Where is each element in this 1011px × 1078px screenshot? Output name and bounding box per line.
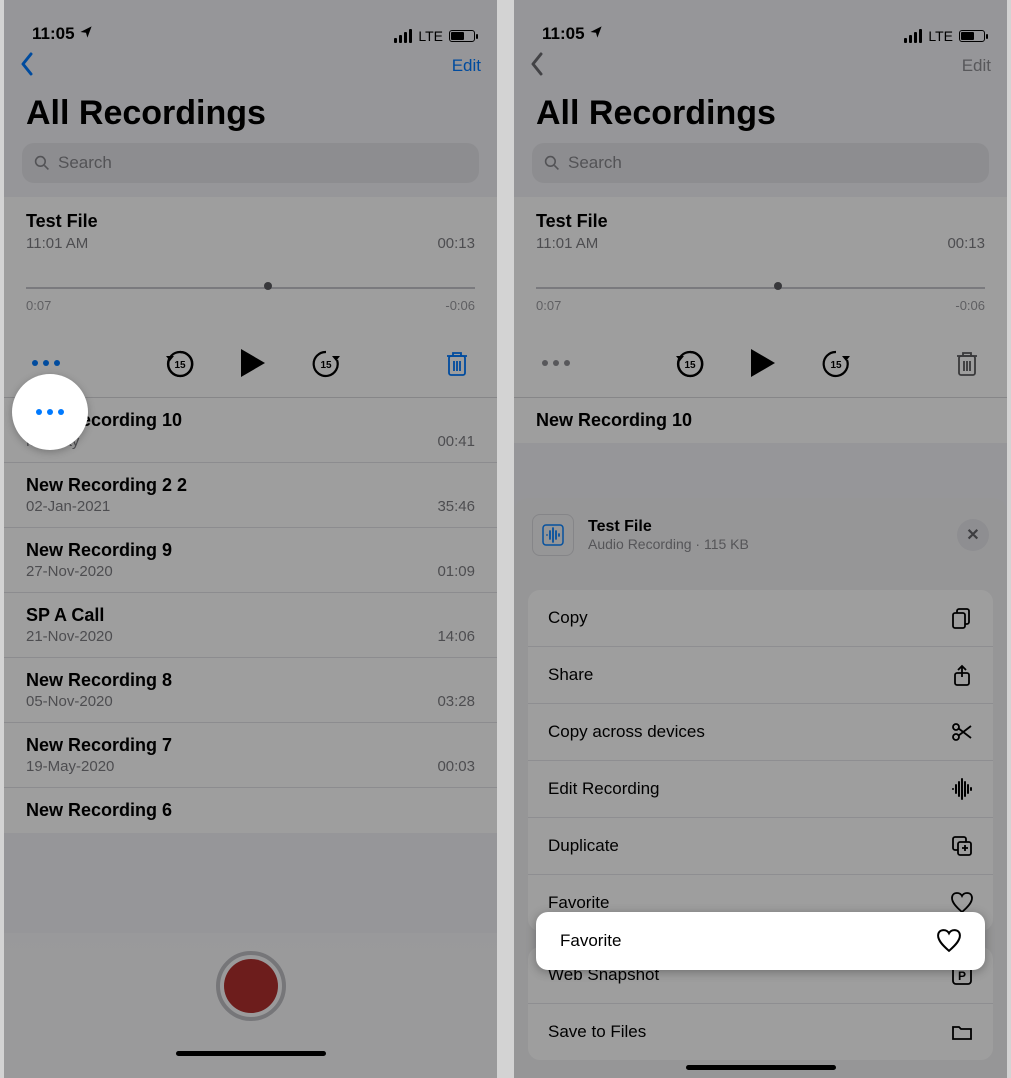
menu-save-to-files[interactable]: Save to Files — [528, 1004, 993, 1060]
location-icon — [79, 24, 93, 44]
play-button — [749, 347, 777, 379]
scrubber-pos-left: 0:07 — [26, 298, 51, 313]
page-title: All Recordings — [514, 88, 1007, 143]
waveform-icon — [951, 778, 973, 800]
heart-icon — [951, 892, 973, 914]
recording-time: 11:01 AM — [536, 235, 598, 252]
share-icon — [951, 664, 973, 686]
scrubber — [536, 286, 985, 290]
delete-button — [955, 349, 979, 377]
skip-forward-button — [821, 348, 851, 378]
delete-button[interactable] — [445, 349, 469, 377]
sheet-file-title: Test File — [588, 518, 943, 536]
search-field[interactable]: Search — [22, 143, 479, 183]
menu-copy[interactable]: Copy — [528, 590, 993, 647]
scrubber-pos-right: -0:06 — [955, 298, 985, 313]
recordings-list: New Recording 10 Monday00:41 New Recordi… — [4, 398, 497, 833]
nav-bar: Edit — [4, 44, 497, 88]
search-placeholder: Search — [58, 153, 112, 173]
scrubber[interactable] — [26, 286, 475, 290]
edit-button: Edit — [962, 56, 991, 76]
signal-icon — [904, 29, 922, 43]
expanded-recording: Test File 11:01 AM 00:13 0:07 -0:06 — [4, 197, 497, 398]
menu-favorite-highlight[interactable]: Favorite — [536, 912, 985, 970]
action-menu-group-1: Copy Share Copy across devices Edit Reco… — [528, 590, 993, 931]
more-button — [542, 360, 570, 366]
status-bar: 11:05 LTE — [4, 0, 497, 44]
scrubber-pos-right: -0:06 — [445, 298, 475, 313]
menu-share[interactable]: Share — [528, 647, 993, 704]
status-time: 11:05 — [542, 24, 585, 44]
location-icon — [589, 24, 603, 44]
list-item: New Recording 10 — [514, 398, 1007, 443]
list-item[interactable]: New Recording 8 05-Nov-202003:28 — [4, 658, 497, 723]
play-button[interactable] — [239, 347, 267, 379]
folder-icon — [951, 1021, 973, 1043]
skip-back-button — [675, 348, 705, 378]
expanded-recording: Test File 11:01 AM 00:13 0:07 -0:06 — [514, 197, 1007, 398]
nav-bar: Edit — [514, 44, 1007, 88]
menu-duplicate[interactable]: Duplicate — [528, 818, 993, 875]
back-button[interactable] — [20, 52, 34, 81]
audio-file-icon — [532, 514, 574, 556]
status-bar: 11:05 LTE — [514, 0, 1007, 44]
menu-edit-recording[interactable]: Edit Recording — [528, 761, 993, 818]
list-item[interactable]: New Recording 2 2 02-Jan-202135:46 — [4, 463, 497, 528]
signal-icon — [394, 29, 412, 43]
skip-back-button[interactable] — [165, 348, 195, 378]
heart-icon — [937, 929, 961, 953]
network-label: LTE — [928, 28, 953, 44]
recording-title: Test File — [536, 211, 985, 232]
record-button[interactable] — [216, 951, 286, 1021]
action-sheet: Test File Audio Recording · 115 KB ✕ Cop… — [514, 498, 1007, 1078]
battery-icon — [959, 30, 985, 42]
recording-duration: 00:13 — [947, 235, 985, 252]
search-placeholder: Search — [568, 153, 622, 173]
edit-button[interactable]: Edit — [452, 56, 481, 76]
battery-icon — [449, 30, 475, 42]
network-label: LTE — [418, 28, 443, 44]
status-time: 11:05 — [32, 24, 75, 44]
close-sheet-button[interactable]: ✕ — [957, 519, 989, 551]
list-item[interactable]: New Recording 9 27-Nov-202001:09 — [4, 528, 497, 593]
scissors-icon — [951, 721, 973, 743]
list-item[interactable]: SP A Call 21-Nov-202014:06 — [4, 593, 497, 658]
home-indicator[interactable] — [686, 1065, 836, 1070]
list-item[interactable]: New Recording 6 — [4, 788, 497, 833]
sheet-file-sub: Audio Recording · 115 KB — [588, 536, 943, 552]
recording-title[interactable]: Test File — [26, 211, 475, 232]
record-area — [4, 933, 497, 1078]
search-icon — [34, 155, 50, 171]
search-icon — [544, 155, 560, 171]
copy-icon — [951, 607, 973, 629]
search-field: Search — [532, 143, 989, 183]
recording-duration: 00:13 — [437, 235, 475, 252]
more-button[interactable] — [32, 360, 60, 366]
more-button-highlight[interactable] — [12, 374, 88, 450]
list-item[interactable]: New Recording 7 19-May-202000:03 — [4, 723, 497, 788]
menu-copy-across[interactable]: Copy across devices — [528, 704, 993, 761]
duplicate-icon — [951, 835, 973, 857]
recording-time: 11:01 AM — [26, 235, 88, 252]
skip-forward-button[interactable] — [311, 348, 341, 378]
back-button — [530, 52, 544, 81]
recordings-list: New Recording 10 — [514, 398, 1007, 443]
page-title: All Recordings — [4, 88, 497, 143]
home-indicator[interactable] — [176, 1051, 326, 1056]
scrubber-pos-left: 0:07 — [536, 298, 561, 313]
